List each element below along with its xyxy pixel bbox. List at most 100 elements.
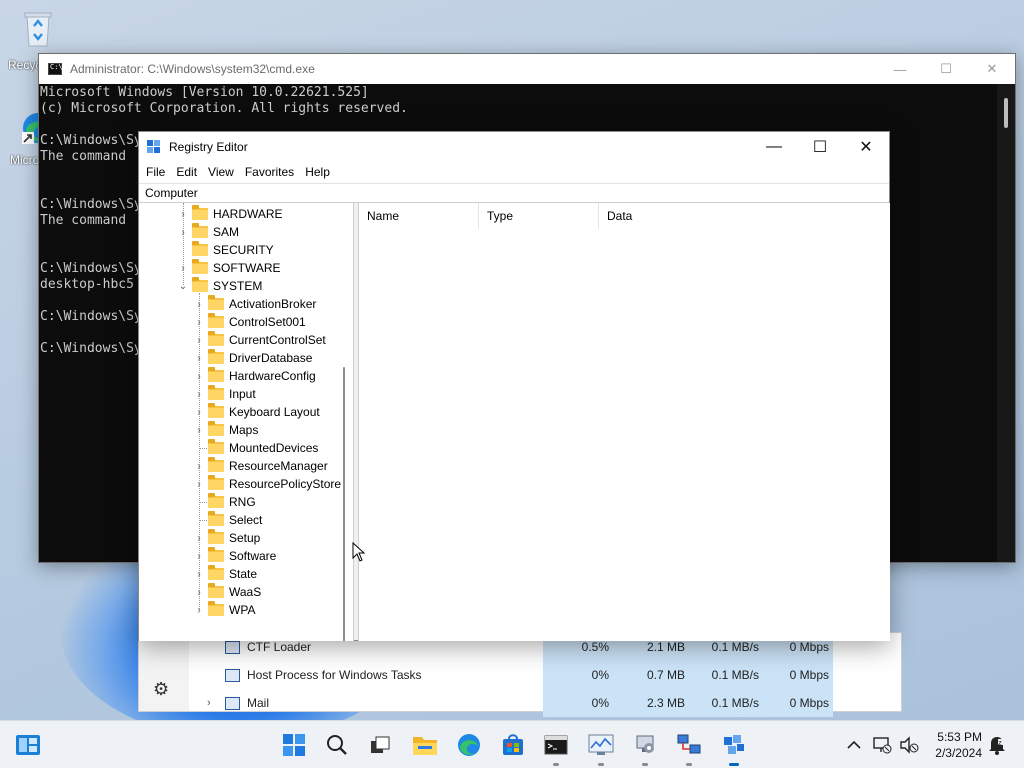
gear-icon[interactable]: ⚙ bbox=[153, 679, 169, 700]
network-status-button[interactable] bbox=[869, 731, 895, 759]
tree-node-label: Input bbox=[229, 387, 256, 401]
chevron-right-icon[interactable]: › bbox=[193, 605, 205, 616]
tree-node-driverdatabase[interactable]: › DriverDatabase bbox=[193, 349, 312, 367]
tree-node-system[interactable]: ⌄ SYSTEM bbox=[177, 277, 262, 295]
menu-help[interactable]: Help bbox=[301, 165, 337, 179]
tree-node-rng[interactable]: RNG bbox=[193, 493, 256, 511]
menu-favorites[interactable]: Favorites bbox=[241, 165, 301, 179]
chevron-right-icon[interactable]: › bbox=[193, 461, 205, 472]
tree-node-resourcepolicystore[interactable]: › ResourcePolicyStore bbox=[193, 475, 341, 493]
folder-icon bbox=[208, 349, 224, 364]
menu-file[interactable]: File bbox=[142, 165, 172, 179]
tree-node-hardware[interactable]: › HARDWARE bbox=[177, 205, 283, 223]
tree-node-input[interactable]: › Input bbox=[193, 385, 256, 403]
chevron-right-icon[interactable]: › bbox=[177, 209, 189, 220]
chevron-right-icon[interactable]: › bbox=[193, 389, 205, 400]
tree-node-software[interactable]: › Software bbox=[193, 547, 276, 565]
computer-management-button[interactable] bbox=[631, 731, 659, 766]
performance-monitor-button[interactable] bbox=[587, 731, 615, 766]
chevron-right-icon[interactable]: › bbox=[177, 263, 189, 274]
process-row[interactable]: Host Process for Windows Tasks 0% 0.7 MB 0.… bbox=[189, 661, 901, 689]
values-list[interactable]: Name Type Data bbox=[358, 203, 890, 641]
tree-node-activationbroker[interactable]: › ActivationBroker bbox=[193, 295, 316, 313]
cmd-scrollbar[interactable] bbox=[997, 84, 1015, 562]
chevron-right-icon[interactable]: › bbox=[193, 551, 205, 562]
process-name: Mail bbox=[247, 696, 270, 710]
tree-node-keyboard-layout[interactable]: › Keyboard Layout bbox=[193, 403, 320, 421]
address-bar[interactable]: Computer bbox=[139, 183, 889, 203]
regedit-close-button[interactable]: ✕ bbox=[843, 132, 889, 161]
cmd-close-button[interactable]: ✕ bbox=[969, 54, 1015, 84]
start-button[interactable] bbox=[280, 731, 308, 759]
tree-node-controlset001[interactable]: › ControlSet001 bbox=[193, 313, 306, 331]
task-view-button[interactable] bbox=[366, 731, 394, 759]
task-manager-window[interactable]: ⚙ CTF Loader 0.5% 2.1 MB 0.1 MB/s 0 Mbps Host… bbox=[138, 632, 902, 717]
edge-taskbar-button[interactable] bbox=[455, 731, 483, 759]
tree-node-hardwareconfig[interactable]: › HardwareConfig bbox=[193, 367, 316, 385]
store-button[interactable] bbox=[499, 731, 527, 759]
chevron-right-icon[interactable]: › bbox=[193, 407, 205, 418]
registry-editor-window[interactable]: Registry Editor — ☐ ✕ File Edit View Fav… bbox=[138, 131, 890, 641]
chevron-right-icon[interactable]: › bbox=[193, 353, 205, 364]
tree-node-wpa[interactable]: › WPA bbox=[193, 601, 255, 619]
process-row[interactable]: › Mail 0% 2.3 MB 0.1 MB/s 0 Mbps bbox=[189, 689, 901, 717]
regedit-title: Registry Editor bbox=[169, 139, 248, 154]
folder-icon bbox=[208, 403, 224, 418]
regedit-titlebar[interactable]: Registry Editor — ☐ ✕ bbox=[139, 132, 889, 161]
recycle-bin-icon bbox=[20, 8, 56, 47]
tree-node-resourcemanager[interactable]: › ResourceManager bbox=[193, 457, 328, 475]
folder-icon bbox=[208, 439, 224, 454]
taskbar-clock[interactable]: 5:53 PM 2/3/2024 bbox=[935, 729, 982, 761]
tree-node-label: Software bbox=[229, 549, 277, 563]
column-header-data[interactable]: Data bbox=[599, 203, 719, 229]
tree-node-state[interactable]: › State bbox=[193, 565, 257, 583]
chevron-right-icon[interactable]: › bbox=[193, 317, 205, 328]
tree-node-mounteddevices[interactable]: MountedDevices bbox=[193, 439, 318, 457]
column-header-type[interactable]: Type bbox=[479, 203, 599, 229]
tree-node-waas[interactable]: › WaaS bbox=[193, 583, 261, 601]
registry-editor-taskbar-button[interactable] bbox=[720, 731, 748, 766]
notifications-button[interactable]: z bbox=[984, 731, 1010, 759]
menu-view[interactable]: View bbox=[204, 165, 241, 179]
chevron-right-icon[interactable]: › bbox=[177, 227, 189, 238]
cmd-scrollbar-thumb[interactable] bbox=[1004, 98, 1008, 128]
process-list[interactable]: CTF Loader 0.5% 2.1 MB 0.1 MB/s 0 Mbps Host P… bbox=[189, 633, 901, 717]
desktop-icon-recycle-bin[interactable]: Recycle Bin bbox=[8, 8, 68, 72]
regedit-minimize-button[interactable]: — bbox=[751, 132, 797, 161]
registry-tree[interactable]: › HARDWARE › SAM SECURITY › SOFTWARE ⌄ SYSTEM › Ac… bbox=[139, 203, 354, 641]
column-header-name[interactable]: Name bbox=[359, 203, 479, 229]
search-button[interactable] bbox=[323, 731, 351, 759]
regedit-maximize-button[interactable]: ☐ bbox=[797, 132, 843, 161]
chevron-right-icon[interactable]: › bbox=[193, 299, 205, 310]
chevron-right-icon[interactable]: › bbox=[193, 479, 205, 490]
process-name: CTF Loader bbox=[247, 640, 312, 654]
chevron-down-icon[interactable]: ⌄ bbox=[177, 281, 189, 292]
tree-node-setup[interactable]: › Setup bbox=[193, 529, 260, 547]
chevron-right-icon[interactable]: › bbox=[193, 569, 205, 580]
tree-node-software[interactable]: › SOFTWARE bbox=[177, 259, 281, 277]
chevron-right-icon[interactable]: › bbox=[193, 425, 205, 436]
show-hidden-icons-button[interactable] bbox=[841, 731, 867, 759]
file-explorer-button[interactable] bbox=[411, 731, 439, 759]
tree-node-sam[interactable]: › SAM bbox=[177, 223, 239, 241]
tree-node-select[interactable]: Select bbox=[193, 511, 262, 529]
widgets-button[interactable] bbox=[14, 731, 42, 759]
volume-button[interactable] bbox=[896, 731, 922, 759]
chevron-right-icon[interactable]: › bbox=[193, 587, 205, 598]
tree-vertical-scrollbar[interactable] bbox=[343, 367, 345, 641]
menu-edit[interactable]: Edit bbox=[172, 165, 204, 179]
network-connections-button[interactable] bbox=[675, 731, 703, 766]
process-icon bbox=[225, 640, 240, 654]
chevron-right-icon[interactable]: › bbox=[193, 335, 205, 346]
tree-node-currentcontrolset[interactable]: › CurrentControlSet bbox=[193, 331, 326, 349]
chevron-right-icon[interactable]: › bbox=[193, 533, 205, 544]
cmd-taskbar-button[interactable] bbox=[542, 731, 570, 766]
console-line: (c) Microsoft Corporation. All rights re… bbox=[40, 101, 408, 116]
tree-node-security[interactable]: SECURITY bbox=[177, 241, 274, 259]
cmd-minimize-button[interactable]: — bbox=[877, 54, 923, 84]
tree-node-maps[interactable]: › Maps bbox=[193, 421, 258, 439]
cmd-maximize-button[interactable]: ☐ bbox=[923, 54, 969, 84]
chevron-right-icon[interactable]: › bbox=[207, 697, 211, 709]
cmd-titlebar[interactable]: Administrator: C:\Windows\system32\cmd.e… bbox=[39, 54, 1015, 84]
chevron-right-icon[interactable]: › bbox=[193, 371, 205, 382]
